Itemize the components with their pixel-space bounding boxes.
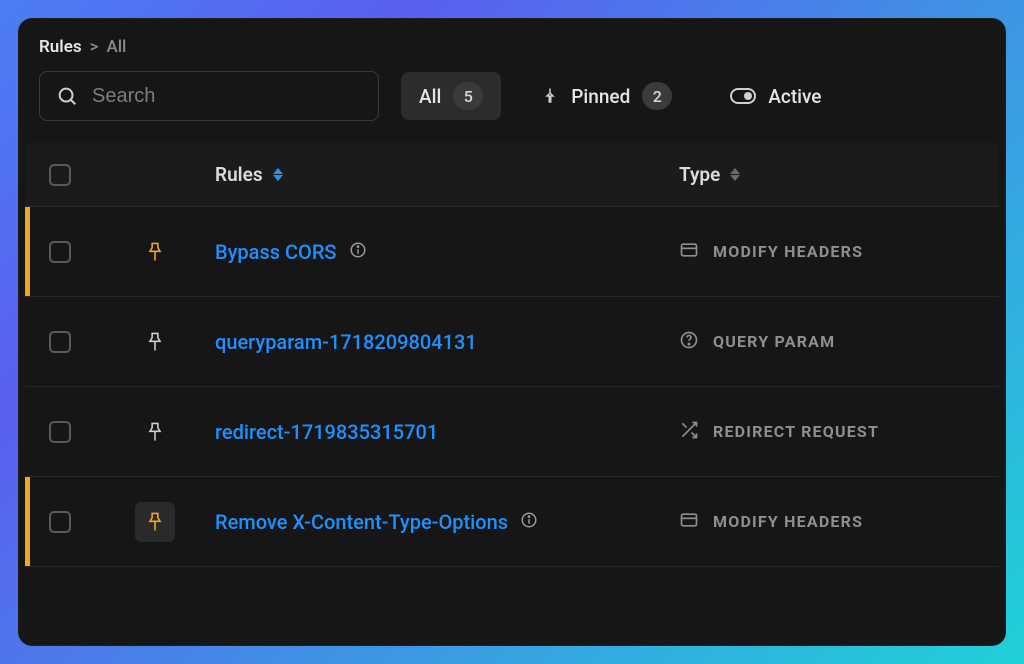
rule-name[interactable]: Bypass CORS	[215, 240, 679, 264]
filter-pinned-count: 2	[642, 82, 672, 110]
table-row: Bypass CORS MODIFY HEADERS	[25, 207, 999, 297]
rule-type: MODIFY HEADERS	[679, 240, 999, 264]
column-type[interactable]: Type	[679, 163, 999, 186]
filter-active[interactable]: Active	[712, 75, 839, 118]
rule-name[interactable]: redirect-1719835315701	[215, 420, 679, 444]
sort-icon	[273, 168, 283, 181]
rule-name-label: queryparam-1718209804131	[215, 330, 477, 354]
filter-all[interactable]: All 5	[401, 72, 501, 120]
pin-button[interactable]	[135, 502, 175, 542]
filter-active-label: Active	[768, 85, 821, 108]
pin-icon	[541, 87, 559, 105]
table-row: queryparam-1718209804131 QUERY PARAM	[25, 297, 999, 387]
sort-icon	[730, 168, 740, 181]
select-all-checkbox[interactable]	[49, 164, 71, 186]
rule-name-label: Bypass CORS	[215, 240, 337, 264]
type-icon	[679, 420, 699, 444]
rule-type: MODIFY HEADERS	[679, 510, 999, 534]
pin-button[interactable]	[135, 232, 175, 272]
table-row: redirect-1719835315701 REDIRECT REQUEST	[25, 387, 999, 477]
row-checkbox[interactable]	[49, 421, 71, 443]
pin-button[interactable]	[135, 322, 175, 362]
rule-name[interactable]: Remove X-Content-Type-Options	[215, 510, 679, 534]
rule-name[interactable]: queryparam-1718209804131	[215, 330, 679, 354]
row-checkbox[interactable]	[49, 511, 71, 533]
rule-type: REDIRECT REQUEST	[679, 420, 999, 444]
rule-type: QUERY PARAM	[679, 330, 999, 354]
filter-pinned[interactable]: Pinned 2	[523, 72, 690, 120]
search-icon	[56, 85, 78, 107]
filter-all-label: All	[419, 85, 441, 108]
column-rules[interactable]: Rules	[215, 163, 679, 186]
info-icon[interactable]	[349, 240, 367, 264]
search-input[interactable]	[92, 85, 362, 108]
rule-name-label: Remove X-Content-Type-Options	[215, 510, 508, 534]
search-box[interactable]	[39, 71, 379, 121]
rule-type-label: MODIFY HEADERS	[713, 512, 863, 531]
breadcrumb: Rules > All	[19, 37, 1005, 71]
type-icon	[679, 240, 699, 264]
column-type-label: Type	[679, 163, 720, 186]
row-checkbox[interactable]	[49, 331, 71, 353]
row-checkbox[interactable]	[49, 241, 71, 263]
rules-panel: Rules > All All 5 Pinned 2 Active	[18, 18, 1006, 646]
rule-name-label: redirect-1719835315701	[215, 420, 438, 444]
rule-type-label: QUERY PARAM	[713, 332, 835, 351]
filter-all-count: 5	[453, 82, 483, 110]
type-icon	[679, 330, 699, 354]
info-icon[interactable]	[520, 510, 538, 534]
toolbar: All 5 Pinned 2 Active	[19, 71, 1005, 143]
table-row: Remove X-Content-Type-Options MODIFY HEAD…	[25, 477, 999, 567]
breadcrumb-root[interactable]: Rules	[39, 37, 82, 57]
filter-pinned-label: Pinned	[571, 85, 630, 108]
breadcrumb-current: All	[106, 37, 126, 57]
column-rules-label: Rules	[215, 163, 263, 186]
rule-type-label: MODIFY HEADERS	[713, 242, 863, 261]
rules-table: Rules Type Bypass CORS MODIFY HEADERS quer…	[19, 143, 1005, 567]
rule-type-label: REDIRECT REQUEST	[713, 422, 879, 441]
breadcrumb-separator: >	[90, 37, 99, 57]
table-header: Rules Type	[25, 143, 999, 207]
type-icon	[679, 510, 699, 534]
pin-button[interactable]	[135, 412, 175, 452]
toggle-icon	[730, 88, 756, 104]
